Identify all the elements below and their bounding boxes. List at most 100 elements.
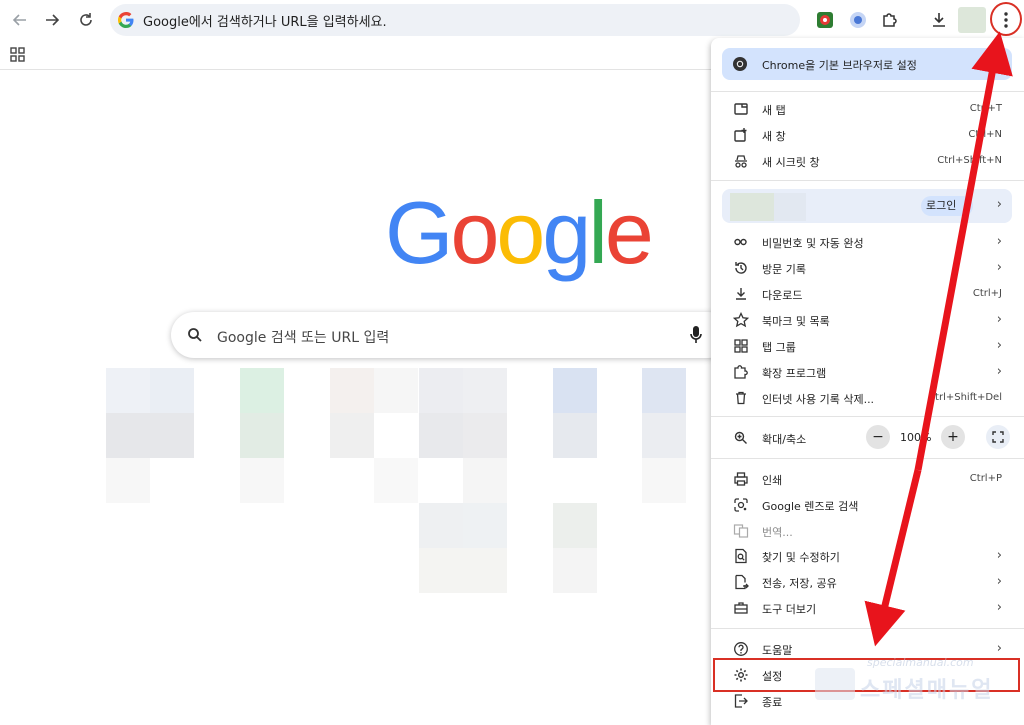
exit-icon — [734, 694, 748, 708]
extension-lens-button[interactable] — [845, 7, 871, 33]
menu-divider — [711, 458, 1024, 459]
menu-item-share[interactable]: 전송, 저장, 공유 › — [711, 569, 1024, 595]
menu-divider — [711, 628, 1024, 629]
blurred-tile — [642, 368, 686, 413]
search-icon — [188, 328, 202, 342]
trash-icon — [736, 391, 746, 405]
blurred-tile — [374, 368, 418, 413]
zoom-in-button[interactable]: + — [941, 425, 965, 449]
blurred-tile — [419, 413, 463, 458]
menu-item-more-tools[interactable]: 도구 더보기 › — [711, 595, 1024, 621]
set-default-browser-banner[interactable]: Chrome을 기본 브라우저로 설정 — [722, 48, 1012, 80]
forward-button[interactable] — [38, 6, 66, 34]
blurred-tile — [330, 368, 374, 413]
menu-item-google-lens[interactable]: Google 렌즈로 검색 — [711, 492, 1024, 518]
print-icon — [734, 472, 748, 486]
reload-button[interactable] — [72, 6, 100, 34]
lens-icon — [734, 498, 748, 512]
extensions-button[interactable] — [877, 7, 903, 33]
extension-red-button[interactable] — [812, 7, 838, 33]
blurred-tile — [419, 503, 463, 548]
apps-grid-icon[interactable] — [9, 46, 27, 64]
google-search-box[interactable]: Google 검색 또는 URL 입력 — [171, 312, 731, 358]
menu-item-label: 새 탭 — [762, 104, 786, 117]
menu-item-translate: 번역... — [711, 518, 1024, 544]
blurred-tile — [463, 413, 507, 458]
browser-toolbar: Google에서 검색하거나 URL을 입력하세요. — [0, 0, 1024, 40]
menu-item-shortcut: Ctrl+Shift+Del — [928, 392, 1002, 403]
logo-letter: e — [604, 183, 654, 282]
menu-item-label: 인터넷 사용 기록 삭제... — [762, 393, 875, 406]
menu-item-shortcut: Ctrl+N — [968, 129, 1002, 140]
login-button[interactable]: 로그인 — [921, 196, 973, 216]
chevron-right-icon: › — [996, 364, 1002, 379]
blurred-tile — [150, 413, 194, 458]
incognito-icon — [735, 155, 747, 168]
blurred-tile — [553, 548, 597, 593]
blurred-tile — [419, 368, 463, 413]
fullscreen-button[interactable] — [986, 425, 1010, 449]
address-bar[interactable]: Google에서 검색하거나 URL을 입력하세요. — [110, 4, 800, 36]
menu-item-print[interactable]: 인쇄 Ctrl+P — [711, 466, 1024, 492]
profile-row[interactable]: 로그인 › — [722, 189, 1012, 223]
microphone-icon[interactable] — [689, 325, 703, 345]
menu-item-passwords[interactable]: 비밀번호 및 자동 완성 › — [711, 229, 1024, 255]
menu-item-new-tab[interactable]: 새 탭 Ctrl+T — [711, 96, 1024, 122]
menu-item-tab-groups[interactable]: 탭 그룹 › — [711, 333, 1024, 359]
watermark-badge — [815, 668, 855, 700]
logo-letter: o — [450, 183, 499, 282]
menu-item-bookmarks[interactable]: 북마크 및 목록 › — [711, 307, 1024, 333]
chevron-right-icon: › — [996, 338, 1002, 353]
translate-icon — [733, 524, 749, 538]
menu-item-label: 도구 더보기 — [762, 603, 817, 616]
download-icon — [933, 13, 945, 27]
menu-item-label: 방문 기록 — [762, 263, 806, 276]
blurred-tile — [463, 548, 507, 593]
menu-item-new-window[interactable]: 새 창 Ctrl+N — [711, 122, 1024, 148]
download-icon — [736, 288, 746, 300]
logo-letter: G — [385, 183, 453, 282]
downloads-button[interactable] — [926, 7, 952, 33]
menu-item-shortcut: Ctrl+Shift+N — [937, 155, 1002, 166]
blurred-tile — [463, 368, 507, 413]
tab-groups-icon — [734, 339, 748, 353]
menu-item-downloads[interactable]: 다운로드 Ctrl+J — [711, 281, 1024, 307]
chrome-main-menu: Chrome을 기본 브라우저로 설정 새 탭 Ctrl+T 새 창 Ctrl+… — [711, 38, 1024, 725]
blurred-tile — [106, 458, 150, 503]
chevron-right-icon: › — [996, 600, 1002, 615]
menu-item-label: 종료 — [762, 696, 783, 709]
menu-item-label: 탭 그룹 — [762, 341, 796, 354]
menu-item-clear-data[interactable]: 인터넷 사용 기록 삭제... Ctrl+Shift+Del — [711, 385, 1024, 411]
blurred-tile — [106, 413, 150, 458]
menu-item-incognito[interactable]: 새 시크릿 창 Ctrl+Shift+N — [711, 148, 1024, 174]
menu-item-find-edit[interactable]: 찾기 및 수정하기 › — [711, 543, 1024, 569]
menu-item-label: 찾기 및 수정하기 — [762, 551, 840, 564]
reload-icon — [80, 13, 92, 26]
back-button[interactable] — [6, 6, 34, 34]
chevron-right-icon: › — [996, 260, 1002, 275]
logo-letter: g — [542, 183, 591, 282]
chevron-right-icon: › — [996, 234, 1002, 249]
google-logo: Google — [385, 183, 654, 283]
history-icon — [735, 262, 747, 274]
menu-item-extensions[interactable]: 확장 프로그램 › — [711, 359, 1024, 385]
blurred-tile — [553, 503, 597, 548]
watermark-text: 스페셜매뉴얼 — [860, 678, 994, 703]
zoom-out-button[interactable]: − — [866, 425, 890, 449]
set-default-label: Chrome을 기본 브라우저로 설정 — [762, 59, 917, 72]
forward-arrow-icon — [46, 14, 60, 26]
menu-divider — [711, 91, 1024, 92]
menu-item-label: 전송, 저장, 공유 — [762, 577, 837, 590]
menu-item-shortcut: Ctrl+P — [969, 473, 1002, 484]
blurred-tile — [150, 368, 194, 413]
chevron-right-icon: › — [996, 312, 1002, 327]
profile-avatar[interactable] — [958, 7, 986, 33]
zoom-magnifier-icon — [734, 431, 747, 444]
shortcut-tiles-blurred — [106, 368, 726, 593]
search-placeholder: Google 검색 또는 URL 입력 — [217, 330, 390, 346]
menu-item-shortcut: Ctrl+T — [969, 103, 1002, 114]
chevron-right-icon: › — [996, 641, 1002, 656]
help-icon — [734, 642, 748, 656]
blurred-tile — [463, 458, 507, 503]
menu-item-history[interactable]: 방문 기록 › — [711, 255, 1024, 281]
